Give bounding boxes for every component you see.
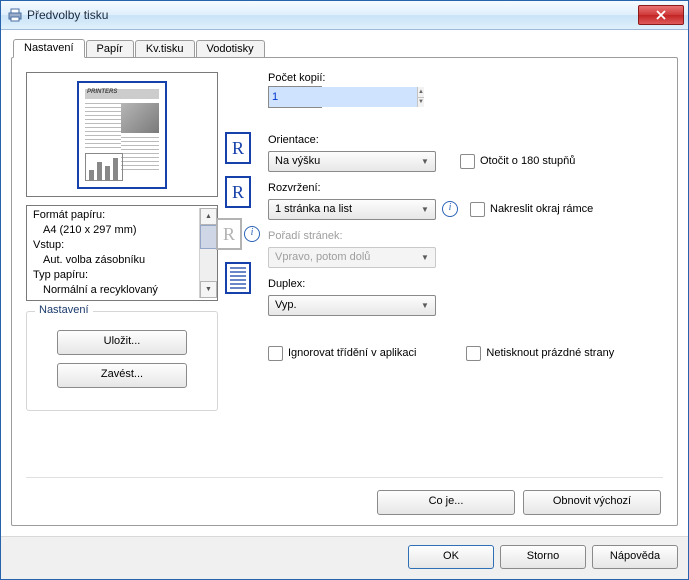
left-column: PRINTERS Formát papíru: A4 (210 x 297 mm… <box>26 72 218 411</box>
orientation-label: Orientace: <box>268 134 663 146</box>
chevron-down-icon: ▼ <box>417 253 433 262</box>
scroll-up-icon[interactable]: ▲ <box>200 208 217 225</box>
right-column: Počet kopií: ▲ ▼ Orientace: <box>258 72 663 411</box>
tabstrip: Nastavení Papír Kv.tisku Vodotisky <box>11 38 678 57</box>
chevron-down-icon: ▼ <box>417 157 433 166</box>
spin-down-icon[interactable]: ▼ <box>418 98 424 108</box>
paper-summary-text: Formát papíru: A4 (210 x 297 mm) Vstup: … <box>33 208 199 298</box>
orientation-icon: R <box>225 132 251 164</box>
client-area: Nastavení Papír Kv.tisku Vodotisky PRINT… <box>1 30 688 536</box>
save-button[interactable]: Uložit... <box>57 330 187 355</box>
rotate180-checkbox[interactable]: Otočit o 180 stupňů <box>460 154 575 169</box>
ignore-sort-checkbox[interactable]: Ignorovat třídění v aplikaci <box>268 346 416 361</box>
border-label: Nakreslit okraj rámce <box>490 203 593 215</box>
scroll-thumb[interactable] <box>200 225 217 249</box>
load-button[interactable]: Zavést... <box>57 363 187 388</box>
page-order-select: Vpravo, potom dolů ▼ <box>268 247 436 268</box>
close-icon <box>656 10 666 20</box>
page-order-icon: R <box>216 218 242 250</box>
page-order-label: Pořadí stránek: <box>268 230 663 242</box>
duplex-label: Duplex: <box>268 278 663 290</box>
help-button[interactable]: Nápověda <box>592 545 678 569</box>
separator <box>26 477 663 478</box>
spin-up-icon[interactable]: ▲ <box>418 87 424 98</box>
tab-vodotisky[interactable]: Vodotisky <box>196 40 265 58</box>
duplex-value: Vyp. <box>275 299 417 311</box>
ok-button[interactable]: OK <box>408 545 494 569</box>
skip-blank-checkbox[interactable]: Netisknout prázdné strany <box>466 346 614 361</box>
cancel-button[interactable]: Storno <box>500 545 586 569</box>
printer-icon <box>7 7 23 23</box>
restore-defaults-button[interactable]: Obnovit výchozí <box>523 490 661 515</box>
duplex-icon <box>225 262 251 294</box>
tab-papir[interactable]: Papír <box>86 40 134 58</box>
print-preferences-window: Předvolby tisku Nastavení Papír Kv.tisku… <box>0 0 689 580</box>
page-order-value: Vpravo, potom dolů <box>275 251 417 263</box>
groupbox-legend: Nastavení <box>35 304 93 316</box>
layout-value: 1 stránka na list <box>275 203 417 215</box>
rotate180-label: Otočit o 180 stupňů <box>480 155 575 167</box>
duplex-select[interactable]: Vyp. ▼ <box>268 295 436 316</box>
orientation-value: Na výšku <box>275 155 417 167</box>
layout-select[interactable]: 1 stránka na list ▼ <box>268 199 436 220</box>
copies-input[interactable] <box>269 87 417 107</box>
whatis-button[interactable]: Co je... <box>377 490 515 515</box>
layout-label: Rozvržení: <box>268 182 663 194</box>
tab-page-nastaveni: PRINTERS Formát papíru: A4 (210 x 297 mm… <box>11 57 678 526</box>
summary-scrollbar[interactable]: ▲ ▼ <box>199 208 217 298</box>
ignore-sort-label: Ignorovat třídění v aplikaci <box>288 347 416 359</box>
dialog-buttons: OK Storno Nápověda <box>1 536 688 579</box>
scroll-down-icon[interactable]: ▼ <box>200 281 217 298</box>
chevron-down-icon: ▼ <box>417 301 433 310</box>
info-icon[interactable]: i <box>442 201 458 217</box>
copies-spinner[interactable]: ▲ ▼ <box>268 86 322 108</box>
paper-summary: Formát papíru: A4 (210 x 297 mm) Vstup: … <box>26 205 218 301</box>
page-preview: PRINTERS <box>26 72 218 197</box>
tab-nastaveni[interactable]: Nastavení <box>13 39 85 58</box>
layout-icon: R <box>225 176 251 208</box>
border-checkbox[interactable]: Nakreslit okraj rámce <box>470 202 593 217</box>
copies-label: Počet kopií: <box>268 72 663 84</box>
skip-blank-label: Netisknout prázdné strany <box>486 347 614 359</box>
orientation-select[interactable]: Na výšku ▼ <box>268 151 436 172</box>
window-title: Předvolby tisku <box>23 8 638 22</box>
tab-kvtisku[interactable]: Kv.tisku <box>135 40 195 58</box>
settings-groupbox: Nastavení Uložit... Zavést... <box>26 311 218 411</box>
titlebar: Předvolby tisku <box>1 1 688 30</box>
close-button[interactable] <box>638 5 684 25</box>
option-icons-column: R R R i <box>218 72 258 411</box>
chevron-down-icon: ▼ <box>417 205 433 214</box>
